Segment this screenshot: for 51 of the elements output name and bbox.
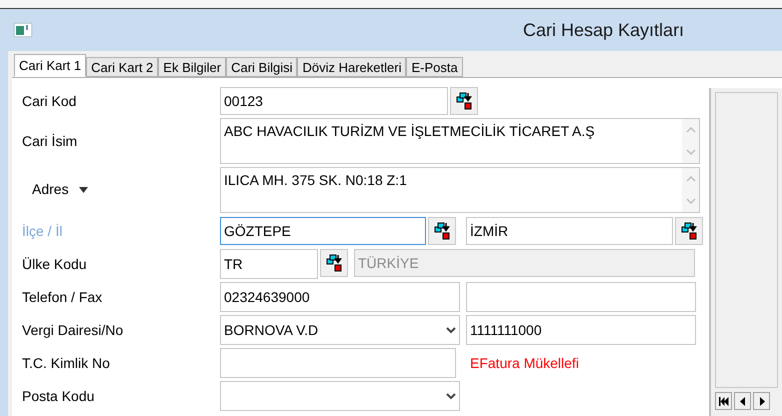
field-label: Telefon / Fax (22, 288, 102, 306)
chevron-up-icon (686, 127, 696, 133)
text-field[interactable] (220, 348, 456, 378)
text-field[interactable]: 00123 (220, 87, 448, 115)
scrollbar[interactable] (682, 119, 699, 163)
field-label: Ülke Kodu (22, 254, 87, 274)
tab[interactable]: Döviz Hareketleri (297, 57, 406, 77)
memo-field[interactable]: ILICA MH. 375 SK. N0:18 Z:1 (220, 167, 700, 213)
chevron-up-icon (686, 176, 696, 182)
text-field[interactable] (466, 282, 696, 312)
field-label: Cari Kod (22, 92, 76, 110)
lookup-icon (434, 222, 450, 240)
field-label: Vergi Dairesi/No (22, 320, 124, 340)
text-field[interactable]: TR (220, 249, 318, 279)
text-field[interactable]: İZMİR (466, 217, 673, 245)
first-record-icon (718, 396, 728, 406)
memo-field[interactable]: ABC HAVACILIK TURİZM VE İŞLETMECİLİK TİCARET A.Ş (220, 118, 700, 164)
tab[interactable]: Cari Bilgisi (226, 57, 298, 77)
lookup-button[interactable] (320, 249, 348, 277)
lookup-button[interactable] (428, 217, 456, 245)
lookup-button[interactable] (450, 87, 478, 115)
tab[interactable]: Ek Bilgiler (158, 57, 226, 77)
tab[interactable]: E-Posta (406, 57, 463, 77)
combo-box[interactable]: BORNOVA V.D (220, 315, 460, 345)
field-label: Cari İsim (22, 132, 78, 150)
chevron-down-icon (686, 149, 696, 155)
text-field[interactable]: 1111111000 (466, 315, 696, 345)
text-field[interactable]: 02324639000 (220, 282, 460, 312)
chevron-down-icon (686, 198, 696, 204)
tab[interactable]: Cari Kart 2 (86, 57, 158, 77)
lookup-icon (326, 254, 342, 272)
lookup-icon (681, 222, 697, 240)
previous-record-icon (738, 396, 748, 406)
caret-down-icon (78, 186, 88, 192)
first-record-button[interactable] (715, 392, 732, 410)
efatura-note: EFatura Mükellefi (470, 354, 579, 372)
scrollbar[interactable] (682, 168, 699, 212)
field-label: İlçe / İl (22, 222, 62, 241)
app-icon (14, 23, 32, 37)
field-label: T.C. Kimlik No (22, 354, 110, 372)
lookup-button[interactable] (675, 217, 703, 245)
address-menu-button[interactable]: Adres (32, 179, 88, 200)
field-label: Posta Kodu (22, 386, 94, 406)
next-record-button[interactable] (753, 392, 770, 410)
text-field[interactable]: GÖZTEPE (220, 217, 426, 245)
tab[interactable]: Cari Kart 1 (14, 54, 86, 77)
chevron-down-icon (446, 392, 456, 400)
lookup-icon (456, 92, 472, 110)
window-title: Cari Hesap Kayıtları (523, 18, 684, 42)
chevron-down-icon (446, 326, 456, 334)
previous-record-button[interactable] (734, 392, 751, 410)
